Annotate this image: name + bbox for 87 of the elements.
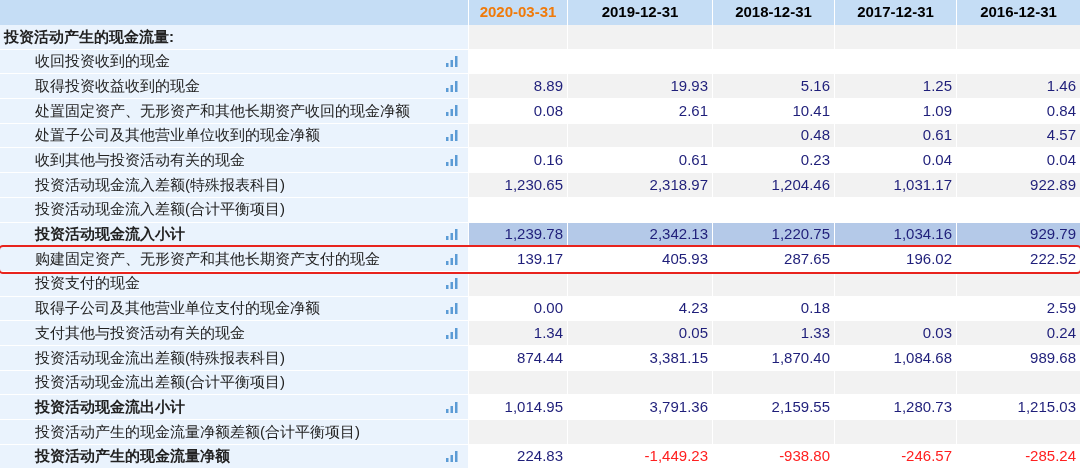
- row-label: 购建固定资产、无形资产和其他长期资产支付的现金: [35, 248, 380, 269]
- table-cell: 1.34: [468, 321, 567, 345]
- row-label: 投资活动产生的现金流量净额: [35, 446, 230, 467]
- table-cell: 4.23: [567, 296, 712, 321]
- table-cell: 0.61: [567, 148, 712, 173]
- table-cell: 929.79: [956, 222, 1080, 247]
- row-label: 投资活动现金流出差额(合计平衡项目): [35, 372, 285, 393]
- bar-chart-icon[interactable]: [446, 401, 458, 413]
- row-label: 处置固定资产、无形资产和其他长期资产收回的现金净额: [35, 100, 410, 121]
- row-label: 投资活动现金流入差额(合计平衡项目): [35, 199, 285, 220]
- table-cell: 0.61: [834, 123, 956, 148]
- bar-chart-icon[interactable]: [446, 80, 458, 92]
- table-cell: 1.33: [712, 321, 834, 345]
- row-label: 取得投资收益收到的现金: [35, 75, 200, 96]
- table-cell: 922.89: [956, 173, 1080, 197]
- table-cell: 3,381.15: [567, 345, 712, 370]
- table-cell: 2,318.97: [567, 173, 712, 197]
- table-cell: 0.16: [468, 148, 567, 173]
- row-label: 取得子公司及其他营业单位支付的现金净额: [35, 298, 320, 319]
- section-title: 投资活动产生的现金流量:: [4, 26, 174, 47]
- table-cell: 2,342.13: [567, 222, 712, 247]
- table-cell: 1,215.03: [956, 395, 1080, 419]
- table-cell: 1,220.75: [712, 222, 834, 247]
- table-cell: 0.48: [712, 123, 834, 148]
- table-cell: 1,230.65: [468, 173, 567, 197]
- table-cell: 3,791.36: [567, 395, 712, 419]
- table-cell: 1.09: [834, 99, 956, 123]
- table-cell: 1.25: [834, 74, 956, 99]
- table-cell: 874.44: [468, 345, 567, 370]
- table-cell: 287.65: [712, 247, 834, 271]
- row-label: 投资活动现金流出小计: [35, 396, 185, 417]
- table-cell: 1,280.73: [834, 395, 956, 419]
- table-cell: 5.16: [712, 74, 834, 99]
- table-cell: 2.61: [567, 99, 712, 123]
- bar-chart-icon[interactable]: [446, 154, 458, 166]
- bar-chart-icon[interactable]: [446, 253, 458, 265]
- table-cell: -246.57: [834, 444, 956, 469]
- table-cell: 405.93: [567, 247, 712, 271]
- table-cell: 1,031.17: [834, 173, 956, 197]
- table-cell: 0.05: [567, 321, 712, 345]
- row-label: 处置子公司及其他营业单位收到的现金净额: [35, 125, 320, 146]
- table-cell: -938.80: [712, 444, 834, 469]
- table-cell: 1,034.16: [834, 222, 956, 247]
- table-cell: 0.03: [834, 321, 956, 345]
- table-cell: 2.59: [956, 296, 1080, 321]
- row-label: 支付其他与投资活动有关的现金: [35, 322, 245, 343]
- table-cell: 0.23: [712, 148, 834, 173]
- table-cell: 2,159.55: [712, 395, 834, 419]
- bar-chart-icon[interactable]: [446, 302, 458, 314]
- bar-chart-icon[interactable]: [446, 278, 458, 290]
- bar-chart-icon[interactable]: [446, 228, 458, 240]
- table-cell: 989.68: [956, 345, 1080, 370]
- table-cell: 139.17: [468, 247, 567, 271]
- table-cell: 8.89: [468, 74, 567, 99]
- table-cell: 1,204.46: [712, 173, 834, 197]
- table-cell: 0.04: [956, 148, 1080, 173]
- table-cell: 0.04: [834, 148, 956, 173]
- table-cell: 10.41: [712, 99, 834, 123]
- row-label: 投资活动现金流入小计: [35, 224, 185, 245]
- table-cell: 1,084.68: [834, 345, 956, 370]
- table-cell: 222.52: [956, 247, 1080, 271]
- bar-chart-icon[interactable]: [446, 451, 458, 463]
- table-cell: 0.00: [468, 296, 567, 321]
- row-label: 投资活动现金流入差额(特殊报表科目): [35, 174, 285, 195]
- row-label: 投资支付的现金: [35, 273, 140, 294]
- bar-chart-icon[interactable]: [446, 56, 458, 68]
- table-cell: 196.02: [834, 247, 956, 271]
- table-cell: 0.18: [712, 296, 834, 321]
- row-label: 投资活动现金流出差额(特殊报表科目): [35, 347, 285, 368]
- row-label: 收到其他与投资活动有关的现金: [35, 150, 245, 171]
- row-label: 收回投资收到的现金: [35, 51, 170, 72]
- table-cell: 0.84: [956, 99, 1080, 123]
- table-cell: 1,239.78: [468, 222, 567, 247]
- table-cell: 1,870.40: [712, 345, 834, 370]
- table-cell: 224.83: [468, 444, 567, 469]
- table-cell: -285.24: [956, 444, 1080, 469]
- table-cell: 1,014.95: [468, 395, 567, 419]
- bar-chart-icon[interactable]: [446, 105, 458, 117]
- bar-chart-icon[interactable]: [446, 130, 458, 142]
- bar-chart-icon[interactable]: [446, 327, 458, 339]
- table-cell: 1.46: [956, 74, 1080, 99]
- table-cell: 4.57: [956, 123, 1080, 148]
- table-cell: 19.93: [567, 74, 712, 99]
- table-cell: 0.24: [956, 321, 1080, 345]
- table-cell: 0.08: [468, 99, 567, 123]
- table-cell: -1,449.23: [567, 444, 712, 469]
- row-label: 投资活动产生的现金流量净额差额(合计平衡项目): [35, 421, 360, 442]
